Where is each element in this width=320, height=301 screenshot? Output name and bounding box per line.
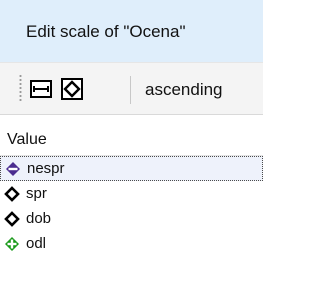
list-item-label: nespr	[27, 160, 65, 177]
dialog-title: Edit scale of "Ocena"	[26, 22, 186, 41]
values-list[interactable]: Value nespr spr dob odl	[0, 114, 263, 301]
list-item-dob[interactable]: dob	[0, 206, 263, 231]
list-item-odl[interactable]: odl	[0, 231, 263, 256]
fit-width-button[interactable]	[28, 76, 54, 102]
toolbar-grip[interactable]	[19, 74, 22, 102]
toolbar: ascending	[0, 62, 263, 114]
black-diamond-outline-icon	[3, 185, 21, 203]
dialog-titlebar: Edit scale of "Ocena"	[0, 0, 263, 62]
column-header-label: Value	[7, 131, 47, 148]
toolbar-separator	[130, 76, 131, 104]
list-item-label: dob	[26, 210, 52, 227]
edit-value-button[interactable]	[59, 76, 85, 102]
list-item-label: spr	[26, 185, 47, 202]
value-rows: nespr spr dob odl	[0, 156, 263, 256]
list-item-spr[interactable]: spr	[0, 181, 263, 206]
sort-order-label[interactable]: ascending	[145, 80, 223, 100]
list-item-label: odl	[26, 235, 47, 252]
fit-width-icon	[30, 80, 52, 98]
list-item-nespr[interactable]: nespr	[0, 156, 263, 181]
purple-diamond-minus-icon	[4, 160, 22, 178]
edit-scale-dialog: Edit scale of "Ocena" ascending Value ne…	[0, 0, 263, 301]
column-header-value[interactable]: Value	[0, 115, 263, 156]
green-diamond-plus-icon	[3, 235, 21, 253]
black-diamond-outline-icon	[3, 210, 21, 228]
diamond-outline-icon	[61, 78, 83, 100]
